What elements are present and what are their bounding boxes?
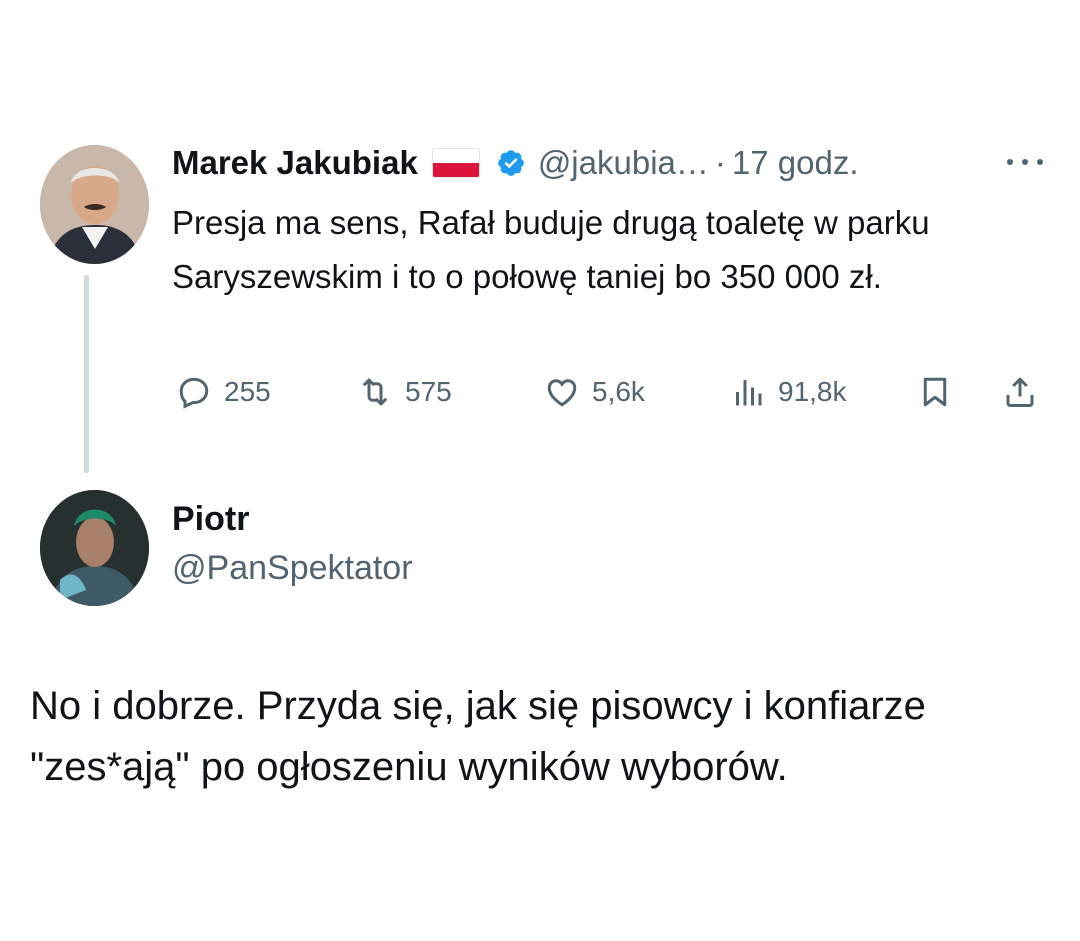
bookmark-icon (923, 377, 947, 407)
reply-count: 255 (224, 376, 271, 407)
share-button[interactable] (1002, 370, 1038, 414)
poland-flag-icon (431, 148, 480, 178)
tweet-text: Presja ma sens, Rafał buduje drugą toale… (172, 204, 930, 295)
avatar-piotr[interactable] (40, 490, 149, 606)
tweet-time[interactable]: 17 godz. (732, 144, 859, 182)
retweet-button[interactable]: 575 (357, 370, 452, 414)
bookmark-button[interactable] (917, 370, 953, 414)
retweet-count: 575 (405, 376, 452, 407)
avatar-image (40, 490, 149, 606)
avatar-image (40, 145, 149, 264)
verified-badge-icon (498, 150, 524, 176)
heart-icon (547, 379, 577, 407)
reply-button[interactable]: 255 (176, 370, 271, 414)
tweet-header: Marek Jakubiak @jakubia… · 17 godz. (172, 140, 859, 186)
share-icon (1006, 377, 1034, 407)
reply-author-handle[interactable]: @PanSpektator (172, 549, 413, 588)
thread-line (84, 275, 89, 473)
views-button[interactable]: 91,8k (730, 370, 847, 414)
like-button[interactable]: 5,6k (544, 370, 645, 414)
reply-icon (179, 377, 209, 409)
reply-text: No i dobrze. Przyda się, jak się pisowcy… (30, 684, 926, 789)
author-name[interactable]: Marek Jakubiak (172, 144, 418, 182)
views-count: 91,8k (778, 376, 847, 407)
meta-separator: · (714, 144, 726, 181)
author-handle[interactable]: @jakubia… (538, 144, 709, 182)
views-icon (736, 380, 762, 406)
reply-author-name[interactable]: Piotr (172, 500, 249, 539)
like-count: 5,6k (592, 376, 645, 407)
more-icon[interactable] (1002, 147, 1048, 177)
avatar-marek-jakubiak[interactable] (40, 145, 149, 264)
retweet-icon (362, 378, 388, 406)
